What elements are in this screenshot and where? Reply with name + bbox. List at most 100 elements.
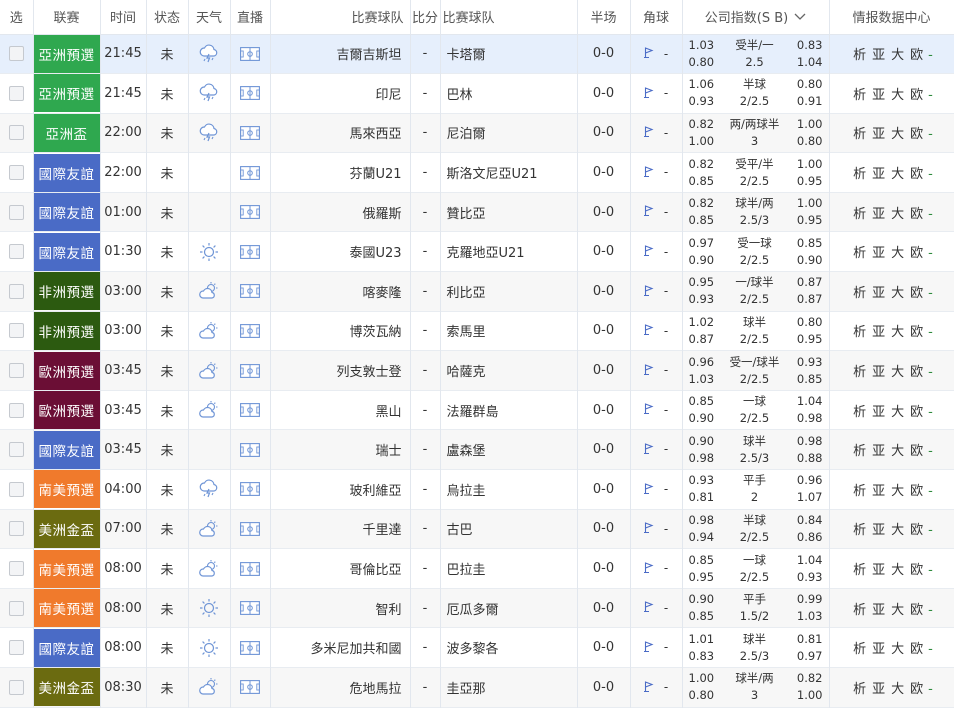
info-link[interactable]: 大 — [891, 405, 904, 420]
info-link[interactable]: 析 — [853, 642, 866, 657]
select-checkbox[interactable] — [8, 165, 24, 181]
info-link[interactable]: 欧 — [910, 48, 923, 63]
away-team[interactable]: 巴拉圭 — [440, 548, 578, 589]
away-team[interactable]: 盧森堡 — [440, 429, 578, 470]
pitch-live-icon[interactable] — [240, 482, 260, 497]
pitch-live-icon[interactable] — [240, 244, 260, 259]
home-team[interactable]: 智利 — [270, 588, 411, 628]
pitch-live-icon[interactable] — [240, 86, 260, 101]
odds-cell[interactable]: 0.97 受一球 0.85 0.90 2/2.5 0.90 — [682, 231, 830, 272]
league-badge[interactable]: 國際友誼 — [33, 193, 99, 232]
away-team[interactable]: 圭亞那 — [440, 667, 578, 708]
info-link[interactable]: 亚 — [872, 603, 885, 618]
match-row[interactable]: 非洲預選 03:00 未 博茨瓦納 - 索馬里 0-0 - 1.02 球半 0.… — [0, 311, 954, 351]
chevron-down-icon[interactable] — [794, 13, 806, 21]
info-link[interactable]: 析 — [853, 207, 866, 222]
league-badge[interactable]: 南美預選 — [33, 549, 99, 588]
info-link[interactable]: 析 — [853, 682, 866, 697]
odds-cell[interactable]: 0.85 一球 1.04 0.90 2/2.5 0.98 — [682, 390, 830, 430]
home-team[interactable]: 馬來西亞 — [270, 113, 411, 153]
info-link[interactable]: 亚 — [872, 207, 885, 222]
info-link[interactable]: 欧 — [910, 642, 923, 657]
pitch-live-icon[interactable] — [240, 363, 260, 378]
home-team[interactable]: 芬蘭U21 — [270, 152, 411, 193]
info-link[interactable]: 析 — [853, 127, 866, 142]
info-link[interactable]: 大 — [891, 207, 904, 222]
home-team[interactable]: 千里達 — [270, 509, 411, 549]
match-row[interactable]: 國際友誼 01:00 未 俄羅斯 - 贊比亞 0-0 - 0.82 球半/两 1… — [0, 192, 954, 232]
home-team[interactable]: 喀麥隆 — [270, 271, 411, 312]
info-link[interactable]: 欧 — [910, 603, 923, 618]
info-link[interactable]: 欧 — [910, 365, 923, 380]
home-team[interactable]: 黑山 — [270, 390, 411, 430]
info-link[interactable]: 亚 — [872, 365, 885, 380]
info-link[interactable]: 析 — [853, 325, 866, 340]
away-team[interactable]: 卡塔爾 — [440, 34, 578, 74]
home-team[interactable]: 多米尼加共和國 — [270, 627, 411, 668]
info-link[interactable]: 亚 — [872, 642, 885, 657]
pitch-live-icon[interactable] — [240, 126, 260, 140]
odds-cell[interactable]: 0.82 两/两球半 1.00 1.00 3 0.80 — [682, 113, 830, 153]
select-checkbox[interactable] — [8, 85, 24, 101]
select-checkbox[interactable] — [8, 244, 24, 260]
match-row[interactable]: 非洲預選 03:00 未 喀麥隆 - 利比亞 0-0 - 0.95 一/球半 0… — [0, 271, 954, 312]
match-row[interactable]: 美洲金盃 07:00 未 千里達 - 古巴 0-0 - 0.98 半球 0.84… — [0, 509, 954, 549]
match-row[interactable]: 歐洲預選 03:45 未 列支敦士登 - 哈薩克 0-0 - 0.96 受一/球… — [0, 350, 954, 391]
info-link[interactable]: 欧 — [910, 88, 923, 103]
select-checkbox[interactable] — [8, 283, 24, 299]
info-link[interactable]: 大 — [891, 286, 904, 301]
away-team[interactable]: 斯洛文尼亞U21 — [440, 152, 578, 193]
odds-cell[interactable]: 0.96 受一/球半 0.93 1.03 2/2.5 0.85 — [682, 350, 830, 391]
match-row[interactable]: 國際友誼 01:30 未 泰國U23 - 克羅地亞U21 0-0 - 0.97 … — [0, 231, 954, 272]
info-link[interactable]: 析 — [853, 444, 866, 459]
match-row[interactable]: 南美預選 04:00 未 玻利維亞 - 烏拉圭 0-0 - 0.93 平手 0.… — [0, 469, 954, 510]
pitch-live-icon[interactable] — [240, 601, 260, 616]
select-checkbox[interactable] — [8, 204, 24, 220]
odds-cell[interactable]: 1.00 球半/两 0.82 0.80 3 1.00 — [682, 667, 830, 708]
info-link[interactable]: 析 — [853, 484, 866, 499]
odds-cell[interactable]: 0.90 平手 0.99 0.85 1.5/2 1.03 — [682, 588, 830, 628]
match-row[interactable]: 歐洲預選 03:45 未 黑山 - 法羅群島 0-0 - 0.85 一球 1.0… — [0, 390, 954, 430]
away-team[interactable]: 波多黎各 — [440, 627, 578, 668]
away-team[interactable]: 法羅群島 — [440, 390, 578, 430]
league-badge[interactable]: 美洲金盃 — [33, 509, 99, 548]
away-team[interactable]: 尼泊爾 — [440, 113, 578, 153]
away-team[interactable]: 巴林 — [440, 73, 578, 114]
info-link[interactable]: 欧 — [910, 246, 923, 261]
league-badge[interactable]: 亞洲預選 — [33, 34, 99, 73]
pitch-live-icon[interactable] — [240, 205, 260, 220]
away-team[interactable]: 古巴 — [440, 509, 578, 549]
league-badge[interactable]: 國際友誼 — [33, 153, 99, 192]
info-link[interactable]: 亚 — [872, 286, 885, 301]
info-link[interactable]: 大 — [891, 365, 904, 380]
info-link[interactable]: 大 — [891, 642, 904, 657]
info-link[interactable]: 析 — [853, 563, 866, 578]
select-checkbox[interactable] — [8, 640, 24, 656]
header-league[interactable]: 联赛 — [33, 0, 101, 35]
home-team[interactable]: 危地馬拉 — [270, 667, 411, 708]
info-link[interactable]: 析 — [853, 246, 866, 261]
info-link[interactable]: 亚 — [872, 48, 885, 63]
league-badge[interactable]: 國際友誼 — [33, 232, 99, 271]
info-link[interactable]: 析 — [853, 523, 866, 538]
info-link[interactable]: 亚 — [872, 682, 885, 697]
pitch-live-icon[interactable] — [240, 680, 260, 695]
league-badge[interactable]: 國際友誼 — [33, 628, 99, 667]
league-badge[interactable]: 非洲預選 — [33, 311, 99, 350]
select-checkbox[interactable] — [8, 363, 24, 379]
home-team[interactable]: 泰國U23 — [270, 231, 411, 272]
info-link[interactable]: 析 — [853, 405, 866, 420]
select-checkbox[interactable] — [8, 46, 24, 62]
info-link[interactable]: 欧 — [910, 444, 923, 459]
select-checkbox[interactable] — [8, 323, 24, 339]
odds-cell[interactable]: 0.98 半球 0.84 0.94 2/2.5 0.86 — [682, 509, 830, 549]
home-team[interactable]: 俄羅斯 — [270, 192, 411, 232]
pitch-live-icon[interactable] — [240, 442, 260, 457]
away-team[interactable]: 利比亞 — [440, 271, 578, 312]
info-link[interactable]: 大 — [891, 88, 904, 103]
info-link[interactable]: 大 — [891, 563, 904, 578]
match-row[interactable]: 國際友誼 22:00 未 芬蘭U21 - 斯洛文尼亞U21 0-0 - 0.82… — [0, 152, 954, 193]
info-link[interactable]: 欧 — [910, 563, 923, 578]
info-link[interactable]: 亚 — [872, 325, 885, 340]
info-link[interactable]: 析 — [853, 286, 866, 301]
